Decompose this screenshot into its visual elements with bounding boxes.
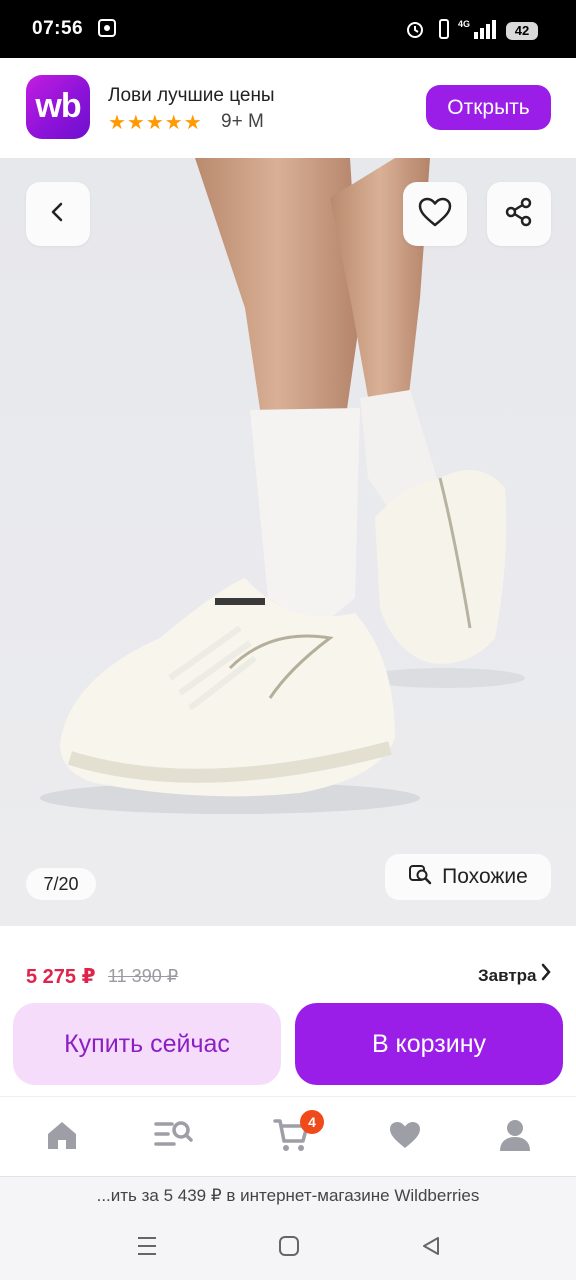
wb-logo: wb: [26, 75, 90, 139]
rating-stars: ★★★★★: [108, 112, 203, 134]
image-counter: 7/20: [26, 868, 96, 900]
status-bar: 07:56 4G 42: [0, 0, 576, 58]
share-button[interactable]: [487, 182, 551, 246]
home-icon: [44, 1118, 80, 1157]
triangle-back-icon: [420, 1235, 442, 1262]
buy-now-button[interactable]: Купить сейчас: [13, 1003, 281, 1085]
gallery-notification-icon: [97, 18, 117, 43]
share-icon: [503, 196, 535, 233]
nav-home[interactable]: [42, 1117, 82, 1157]
vibrate-icon: [436, 18, 452, 45]
back-arrow-icon: [46, 200, 70, 229]
profile-icon: [498, 1118, 532, 1157]
similar-button[interactable]: Похожие: [385, 854, 551, 900]
alarm-icon: [404, 18, 426, 45]
banner-title: Лови лучшие цены: [108, 85, 275, 106]
current-price: 5 275 ₽: [26, 966, 96, 988]
menu-lines-icon: [135, 1235, 159, 1262]
nav-profile[interactable]: [495, 1117, 535, 1157]
product-photo: [0, 158, 576, 926]
cart-count-badge: 4: [300, 1110, 324, 1134]
heart-icon: [417, 196, 453, 233]
catalog-search-icon: [154, 1118, 194, 1157]
square-icon: [278, 1235, 300, 1262]
purchase-panel: 5 275 ₽ 11 390 ₽ Завтра Купить сейчас В …: [0, 926, 576, 1096]
downloads-count: 9+ M: [221, 111, 264, 132]
home-system-button[interactable]: [274, 1234, 304, 1262]
back-button[interactable]: [26, 182, 90, 246]
signal-4g-icon: 4G: [458, 18, 498, 45]
bottom-navigation: 4: [0, 1096, 576, 1177]
chevron-right-icon: [540, 962, 552, 987]
similar-label: Похожие: [442, 865, 528, 888]
favorites-icon: [388, 1120, 422, 1155]
recent-apps-button[interactable]: [132, 1234, 162, 1262]
battery-indicator: 42: [506, 22, 538, 40]
nav-catalog[interactable]: [154, 1117, 194, 1157]
delivery-date-link[interactable]: Завтра: [478, 966, 537, 986]
add-to-cart-button[interactable]: В корзину: [295, 1003, 563, 1085]
svg-text:4G: 4G: [458, 19, 470, 29]
system-navigation-bar: [0, 1214, 576, 1280]
open-app-button[interactable]: Открыть: [426, 85, 551, 130]
app-banner: wb Лови лучшие цены ★★★★★ 9+ M Открыть: [0, 58, 576, 158]
similar-search-icon: [408, 863, 432, 891]
product-gallery[interactable]: 7/20 Похожие: [0, 158, 576, 926]
status-time: 07:56: [32, 18, 84, 39]
browser-title-bar[interactable]: ...ить за 5 439 ₽ в интернет-магазине Wi…: [0, 1176, 576, 1215]
old-price: 11 390 ₽: [108, 966, 179, 986]
nav-favorites[interactable]: [385, 1117, 425, 1157]
favorite-button[interactable]: [403, 182, 467, 246]
back-system-button[interactable]: [416, 1234, 446, 1262]
